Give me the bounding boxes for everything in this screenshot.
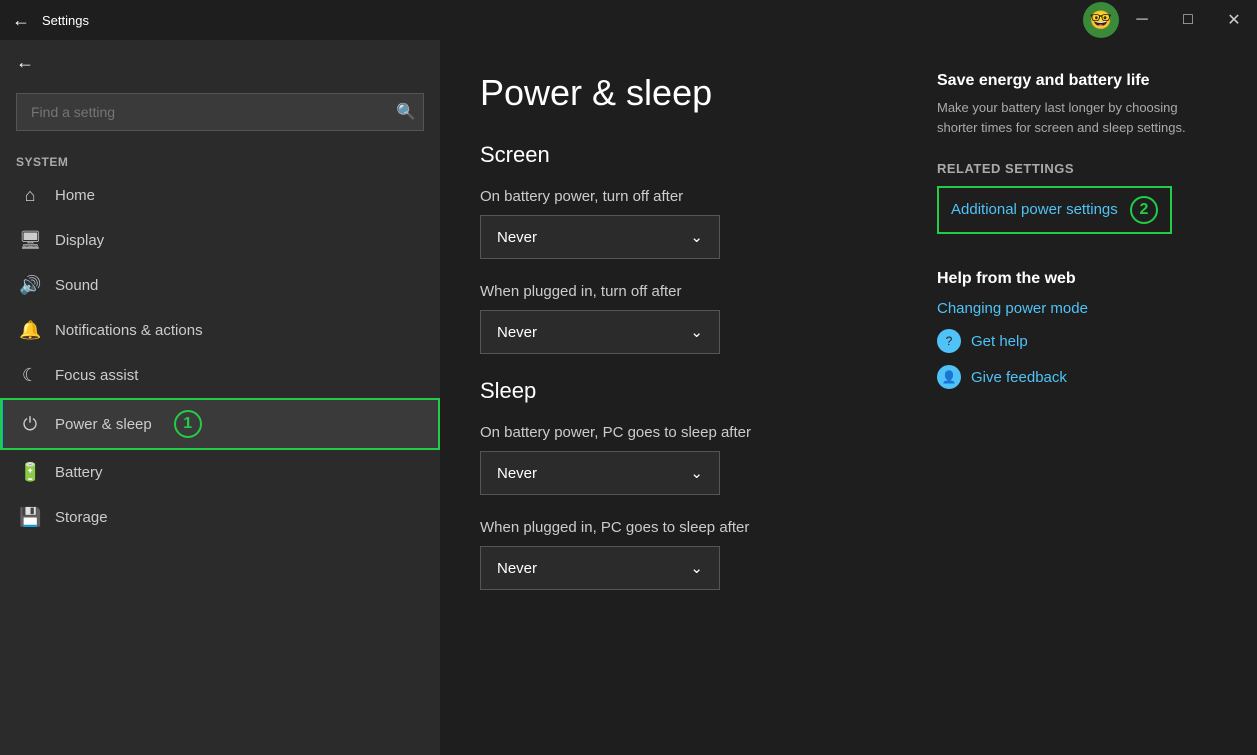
sidebar: ← 🔍 System ⌂ Home 🖥 Display 🔊 Sound 🔔 No… xyxy=(0,40,440,755)
sidebar-item-display-label: Display xyxy=(55,232,104,249)
page-title: Power & sleep xyxy=(480,72,877,114)
screen-plugged-dropdown[interactable]: Never ⌄ xyxy=(480,310,720,354)
sleep-plugged-value: Never xyxy=(497,560,537,577)
sidebar-item-notifications-label: Notifications & actions xyxy=(55,322,203,339)
sidebar-back-arrow: ← xyxy=(16,52,34,73)
sidebar-item-sound[interactable]: 🔊 Sound xyxy=(0,263,440,308)
sleep-section-title: Sleep xyxy=(480,378,877,404)
screen-plugged-chevron: ⌄ xyxy=(690,323,703,341)
sidebar-item-storage[interactable]: 💾 Storage xyxy=(0,495,440,540)
content-area: Power & sleep Screen On battery power, t… xyxy=(440,40,1257,755)
sidebar-item-notifications[interactable]: 🔔 Notifications & actions xyxy=(0,308,440,353)
get-help-icon: ? xyxy=(937,329,961,353)
screen-section-title: Screen xyxy=(480,142,877,168)
get-help-row: ? Get help xyxy=(937,329,1217,353)
search-box: 🔍 xyxy=(16,93,424,131)
sleep-battery-label: On battery power, PC goes to sleep after xyxy=(480,424,877,441)
screen-battery-label: On battery power, turn off after xyxy=(480,188,877,205)
close-button[interactable]: ✕ xyxy=(1211,0,1257,40)
minimize-button[interactable]: ─ xyxy=(1119,0,1165,40)
sidebar-item-home[interactable]: ⌂ Home xyxy=(0,173,440,218)
storage-icon: 💾 xyxy=(19,507,41,528)
screen-battery-value: Never xyxy=(497,229,537,246)
sleep-section: Sleep On battery power, PC goes to sleep… xyxy=(480,378,877,590)
sidebar-item-storage-label: Storage xyxy=(55,509,108,526)
screen-plugged-label: When plugged in, turn off after xyxy=(480,283,877,300)
sidebar-item-display[interactable]: 🖥 Display xyxy=(0,218,440,263)
changing-power-mode-link[interactable]: Changing power mode xyxy=(937,300,1217,317)
additional-power-settings-text: Additional power settings xyxy=(951,201,1118,218)
home-icon: ⌂ xyxy=(19,185,41,206)
sidebar-back[interactable]: ← xyxy=(0,40,440,85)
sleep-plugged-dropdown[interactable]: Never ⌄ xyxy=(480,546,720,590)
search-input[interactable] xyxy=(16,93,424,131)
app-title: Settings xyxy=(42,13,89,28)
titlebar-left: ← Settings xyxy=(12,10,89,31)
side-panel: Save energy and battery life Make your b… xyxy=(937,72,1217,723)
battery-icon: 🔋 xyxy=(19,462,41,483)
app-body: ← 🔍 System ⌂ Home 🖥 Display 🔊 Sound 🔔 No… xyxy=(0,40,1257,755)
give-feedback-icon: 👤 xyxy=(937,365,961,389)
screen-battery-dropdown[interactable]: Never ⌄ xyxy=(480,215,720,259)
sleep-battery-value: Never xyxy=(497,465,537,482)
sidebar-item-sound-label: Sound xyxy=(55,277,98,294)
sidebar-item-power-label: Power & sleep xyxy=(55,416,152,433)
sidebar-item-power[interactable]: ⏻ Power & sleep 1 xyxy=(0,398,440,450)
get-help-link[interactable]: Get help xyxy=(971,333,1028,350)
sidebar-item-battery[interactable]: 🔋 Battery xyxy=(0,450,440,495)
notifications-icon: 🔔 xyxy=(19,320,41,341)
save-energy-heading: Save energy and battery life xyxy=(937,72,1217,90)
display-icon: 🖥 xyxy=(19,230,41,251)
related-settings-label: Related settings xyxy=(937,161,1217,176)
system-label: System xyxy=(0,147,440,173)
sound-icon: 🔊 xyxy=(19,275,41,296)
search-icon[interactable]: 🔍 xyxy=(396,102,416,122)
focus-icon: ☾ xyxy=(19,365,41,386)
give-feedback-link[interactable]: Give feedback xyxy=(971,369,1067,386)
sleep-plugged-label: When plugged in, PC goes to sleep after xyxy=(480,519,877,536)
sidebar-item-focus-label: Focus assist xyxy=(55,367,138,384)
give-feedback-row: 👤 Give feedback xyxy=(937,365,1217,389)
sidebar-item-battery-label: Battery xyxy=(55,464,103,481)
titlebar: ← Settings 🤓 ─ □ ✕ xyxy=(0,0,1257,40)
additional-power-settings-link[interactable]: Additional power settings 2 xyxy=(937,186,1172,234)
sleep-plugged-chevron: ⌄ xyxy=(690,559,703,577)
avatar[interactable]: 🤓 xyxy=(1083,2,1119,38)
back-button[interactable]: ← xyxy=(12,10,30,31)
power-icon: ⏻ xyxy=(19,414,41,435)
help-section-title: Help from the web xyxy=(937,270,1217,288)
sleep-battery-chevron: ⌄ xyxy=(690,464,703,482)
titlebar-controls: 🤓 ─ □ ✕ xyxy=(1083,0,1257,40)
main-panel: Power & sleep Screen On battery power, t… xyxy=(480,72,877,723)
annotation-2-badge: 2 xyxy=(1130,196,1158,224)
save-energy-desc: Make your battery last longer by choosin… xyxy=(937,98,1217,137)
screen-battery-chevron: ⌄ xyxy=(690,228,703,246)
sidebar-item-focus[interactable]: ☾ Focus assist xyxy=(0,353,440,398)
sleep-battery-dropdown[interactable]: Never ⌄ xyxy=(480,451,720,495)
annotation-1-badge: 1 xyxy=(174,410,202,438)
maximize-button[interactable]: □ xyxy=(1165,0,1211,40)
sidebar-item-home-label: Home xyxy=(55,187,95,204)
screen-plugged-value: Never xyxy=(497,324,537,341)
